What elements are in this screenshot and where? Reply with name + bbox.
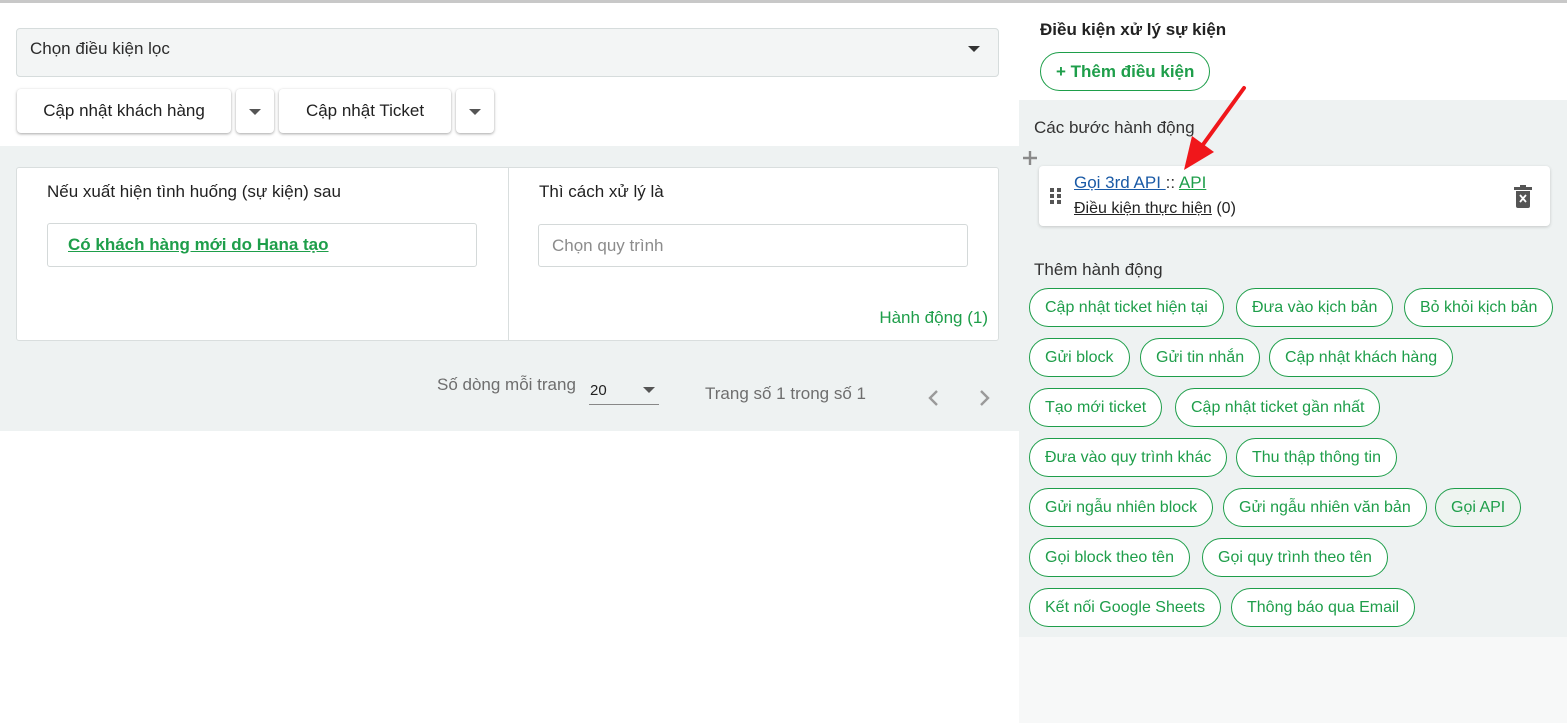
card-divider	[508, 168, 509, 340]
rule-detail-panel: Điều kiện xử lý sự kiện + Thêm điều kiện…	[1019, 3, 1567, 723]
then-heading: Thì cách xử lý là	[539, 182, 664, 201]
caret-down-icon	[968, 46, 980, 52]
update-ticket-button[interactable]: Cập nhật Ticket	[279, 89, 451, 133]
action-chip-call-api[interactable]: Gọi API	[1435, 488, 1522, 527]
conditions-section: Điều kiện xử lý sự kiện + Thêm điều kiện	[1019, 3, 1567, 100]
chevron-left-icon[interactable]	[924, 385, 944, 411]
action-chip[interactable]: Gửi tin nhắn	[1140, 338, 1261, 377]
step-condition: Điều kiện thực hiện (0)	[1074, 200, 1236, 218]
action-chip[interactable]: Tạo mới ticket	[1029, 388, 1163, 427]
rows-per-page-label: Số dòng mỗi trang	[437, 375, 576, 394]
plus-icon[interactable]	[1020, 148, 1040, 168]
action-chip[interactable]: Đưa vào kịch bản	[1236, 288, 1394, 327]
step-type-link[interactable]: API	[1179, 173, 1206, 192]
action-chip[interactable]: Gọi quy trình theo tên	[1202, 538, 1388, 577]
rules-panel: Chọn điều kiện lọc Cập nhật khách hàng C…	[0, 3, 1019, 723]
caret-down-icon	[249, 109, 261, 115]
update-ticket-dropdown-button[interactable]	[456, 89, 494, 133]
action-chip[interactable]: Cập nhật ticket hiện tại	[1029, 288, 1224, 327]
step-separator: ::	[1165, 173, 1179, 192]
actions-link[interactable]: Hành động (1)	[879, 308, 988, 328]
action-chip[interactable]: Gửi ngẫu nhiên block	[1029, 488, 1214, 527]
action-chip[interactable]: Thông báo qua Email	[1231, 588, 1416, 627]
action-steps-section: Các bước hành động Gọi 3rd API :: API Đi…	[1019, 100, 1567, 637]
delete-icon[interactable]	[1514, 185, 1532, 208]
update-customer-dropdown-button[interactable]	[236, 89, 274, 133]
event-link[interactable]: Có khách hàng mới do Hana tạo	[68, 235, 329, 255]
action-chip[interactable]: Cập nhật ticket gần nhất	[1175, 388, 1381, 427]
action-chip[interactable]: Bỏ khỏi kịch bản	[1404, 288, 1554, 327]
filter-condition-select[interactable]: Chọn điều kiện lọc	[16, 28, 999, 77]
step-condition-link[interactable]: Điều kiện thực hiện	[1074, 200, 1212, 217]
steps-title: Các bước hành động	[1034, 118, 1195, 137]
step-condition-count: (0)	[1211, 200, 1236, 217]
add-condition-button[interactable]: + Thêm điều kiện	[1040, 52, 1211, 91]
drag-handle-icon[interactable]	[1049, 187, 1063, 205]
event-field: Có khách hàng mới do Hana tạo	[47, 223, 477, 267]
rule-card: Nếu xuất hiện tình huống (sự kiện) sau T…	[16, 167, 999, 341]
rows-per-page-select[interactable]: 20	[589, 377, 659, 405]
action-chip[interactable]: Thu thập thông tin	[1236, 438, 1397, 477]
flow-select-input[interactable]	[538, 224, 968, 267]
chevron-right-icon[interactable]	[974, 385, 994, 411]
filter-condition-label: Chọn điều kiện lọc	[30, 39, 170, 58]
action-chip[interactable]: Đưa vào quy trình khác	[1029, 438, 1228, 477]
step-title: Gọi 3rd API :: API	[1074, 173, 1206, 193]
caret-down-icon	[469, 109, 481, 115]
action-chip[interactable]: Gọi block theo tên	[1029, 538, 1190, 577]
page-info: Trang số 1 trong số 1	[705, 384, 866, 403]
action-step-card: Gọi 3rd API :: API Điều kiện thực hiện (…	[1039, 166, 1550, 226]
conditions-title: Điều kiện xử lý sự kiện	[1040, 20, 1227, 39]
action-chip[interactable]: Gửi block	[1029, 338, 1130, 377]
action-chip[interactable]: Cập nhật khách hàng	[1269, 338, 1454, 377]
caret-down-icon	[643, 387, 655, 393]
rows-per-page-value: 20	[590, 382, 607, 399]
add-action-title: Thêm hành động	[1034, 260, 1163, 279]
action-chip[interactable]: Gửi ngẫu nhiên văn bản	[1223, 488, 1427, 527]
action-chip[interactable]: Kết nối Google Sheets	[1029, 588, 1222, 627]
update-customer-button[interactable]: Cập nhật khách hàng	[17, 89, 231, 133]
step-name-link[interactable]: Gọi 3rd API	[1074, 173, 1166, 192]
if-heading: Nếu xuất hiện tình huống (sự kiện) sau	[47, 182, 341, 201]
